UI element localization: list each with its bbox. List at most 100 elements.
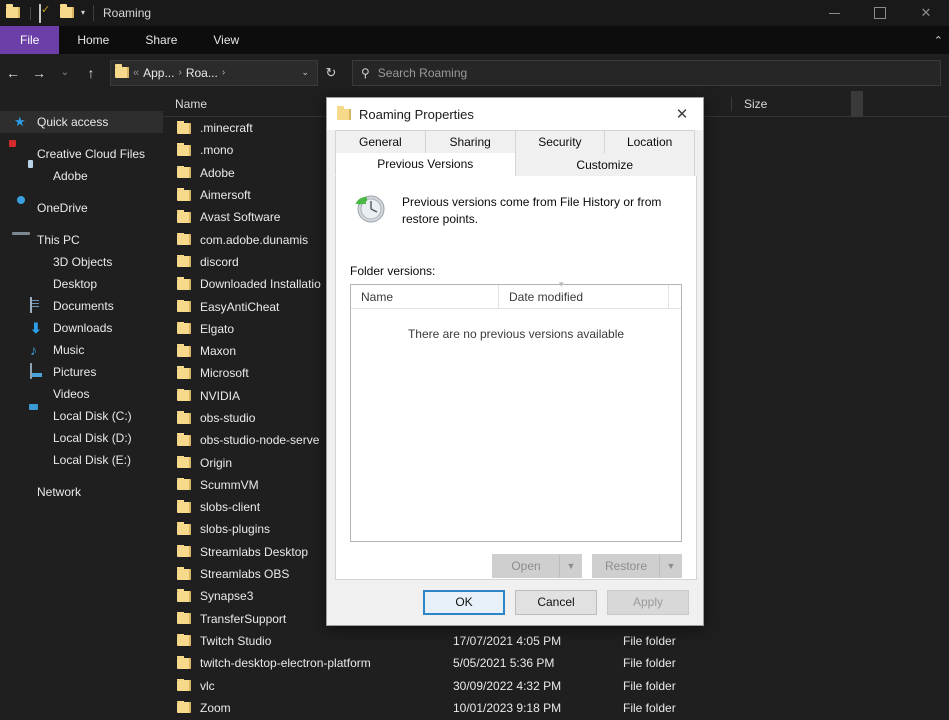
chevron-down-icon[interactable]: ⌄ [301, 67, 313, 78]
file-name-cell: Zoom [163, 701, 441, 715]
folder-icon [177, 301, 191, 312]
sidebar-item-pictures[interactable]: Pictures [0, 361, 163, 383]
folder-icon [177, 234, 191, 245]
sidebar-item-quick-access[interactable]: ★Quick access [0, 111, 163, 133]
sidebar-item-label: Quick access [37, 115, 108, 129]
dialog-title-bar: Roaming Properties ✕ [327, 98, 703, 130]
sidebar-item-label: Creative Cloud Files [37, 147, 145, 161]
refresh-button[interactable]: ↻ [318, 60, 344, 86]
sidebar-item-label: Music [53, 343, 84, 357]
breadcrumb-item-appdata[interactable]: App... [143, 66, 174, 80]
tab-security[interactable]: Security [515, 130, 605, 153]
table-row[interactable]: twitch-desktop-electron-platform5/05/202… [163, 652, 949, 674]
folder-icon [177, 591, 191, 602]
listbox-column-date[interactable]: ▾ Date modified [499, 285, 669, 309]
sidebar-item-onedrive[interactable]: OneDrive [0, 197, 163, 219]
restore-dropdown-icon: ▼ [660, 554, 682, 578]
file-name-label: TransferSupport [200, 612, 286, 626]
dialog-close-button[interactable]: ✕ [661, 98, 703, 130]
tab-location[interactable]: Location [604, 130, 695, 153]
sidebar-item-music[interactable]: ♪Music [0, 339, 163, 361]
downloads-icon: ⬇ [30, 320, 46, 336]
file-name-label: com.adobe.dunamis [200, 233, 308, 247]
folder-icon [177, 457, 191, 468]
file-type-cell: File folder [611, 656, 731, 670]
dialog-title: Roaming Properties [359, 107, 474, 122]
folder-icon [177, 702, 191, 713]
folder-icon[interactable] [60, 5, 76, 21]
sidebar-item-downloads[interactable]: ⬇Downloads [0, 317, 163, 339]
close-button[interactable]: ✕ [903, 0, 949, 26]
tab-customize[interactable]: Customize [515, 153, 696, 176]
recent-locations-icon[interactable]: ⌄ [52, 59, 78, 87]
sidebar-item-local-disk-d[interactable]: Local Disk (D:) [0, 427, 163, 449]
sidebar-item-this-pc[interactable]: This PC [0, 229, 163, 251]
file-name-label: Aimersoft [200, 188, 251, 202]
cancel-button[interactable]: Cancel [515, 590, 597, 615]
tab-sharing[interactable]: Sharing [425, 130, 515, 153]
adobe-folder-icon [30, 168, 46, 184]
file-name-label: vlc [200, 679, 215, 693]
customize-dropdown-icon[interactable]: ▾ [81, 5, 85, 21]
navigation-pane[interactable]: ★Quick access Creative Cloud Files Adobe On… [0, 91, 163, 720]
breadcrumb[interactable]: « App... › Roa... › ⌄ [110, 60, 318, 86]
minimize-button[interactable] [811, 0, 857, 26]
table-row[interactable]: Twitch Studio17/07/2021 4:05 PMFile fold… [163, 630, 949, 652]
file-type-cell: File folder [611, 634, 731, 648]
expand-ribbon-icon[interactable]: ⌃ [934, 26, 949, 54]
file-name-label: Elgato [200, 322, 234, 336]
folder-icon [177, 658, 191, 669]
ok-button[interactable]: OK [423, 590, 505, 615]
file-name-label: slobs-client [200, 500, 260, 514]
sidebar-item-documents[interactable]: Documents [0, 295, 163, 317]
file-name-cell: vlc [163, 679, 441, 693]
tab-home[interactable]: Home [59, 26, 127, 54]
table-row[interactable]: vlc30/09/2022 4:32 PMFile folder [163, 674, 949, 696]
file-type-cell: File folder [611, 701, 731, 715]
tab-file[interactable]: File [0, 26, 59, 54]
column-header-size[interactable]: Size [731, 97, 851, 111]
sidebar-item-local-disk-e[interactable]: Local Disk (E:) [0, 449, 163, 471]
sidebar-item-local-disk-c[interactable]: Local Disk (C:) [0, 405, 163, 427]
versions-listbox[interactable]: Name ▾ Date modified There are no previo… [350, 284, 682, 542]
forward-button[interactable]: → [26, 59, 52, 87]
back-button[interactable]: ← [0, 59, 26, 87]
tab-share[interactable]: Share [127, 26, 195, 54]
listbox-column-name[interactable]: Name [351, 285, 499, 309]
file-name-label: Origin [200, 456, 232, 470]
local-disk-c-icon [30, 408, 46, 424]
sidebar-item-adobe[interactable]: Adobe [0, 165, 163, 187]
dialog-tab-row-1: General Sharing Security Location [335, 130, 695, 153]
sidebar-spacer [0, 219, 163, 229]
sidebar-item-desktop[interactable]: Desktop [0, 273, 163, 295]
breadcrumb-item-roaming[interactable]: Roa... [186, 66, 218, 80]
folder-icon [177, 613, 191, 624]
column-divider [851, 91, 863, 117]
tab-view[interactable]: View [195, 26, 257, 54]
pictures-icon [30, 364, 46, 380]
folder-icon [177, 256, 191, 267]
maximize-button[interactable] [857, 0, 903, 26]
tab-general[interactable]: General [335, 130, 425, 153]
folder-icon [177, 167, 191, 178]
table-row[interactable]: Zoom10/01/2023 9:18 PMFile folder [163, 697, 949, 719]
breadcrumb-overflow-icon[interactable]: « [133, 67, 139, 79]
sidebar-item-3d-objects[interactable]: 3D Objects [0, 251, 163, 273]
sidebar-item-label: Network [37, 485, 81, 499]
folder-icon [177, 346, 191, 357]
sidebar-item-videos[interactable]: Videos [0, 383, 163, 405]
folder-icon [115, 67, 129, 78]
up-button[interactable]: ↑ [78, 59, 104, 87]
sidebar-item-creative-cloud-files[interactable]: Creative Cloud Files [0, 143, 163, 165]
breadcrumb-separator-icon[interactable]: › [222, 67, 225, 78]
dialog-content: Previous versions come from File History… [335, 176, 697, 580]
search-icon: ⚲ [361, 66, 370, 80]
folder-icon [177, 190, 191, 201]
tab-previous-versions[interactable]: Previous Versions [335, 153, 515, 176]
folder-icon[interactable] [6, 5, 22, 21]
folder-icon [177, 435, 191, 446]
file-name-label: Synapse3 [200, 589, 253, 603]
properties-checkmark-icon[interactable] [39, 5, 55, 21]
search-input[interactable]: ⚲ Search Roaming [352, 60, 941, 86]
sidebar-item-network[interactable]: Network [0, 481, 163, 503]
